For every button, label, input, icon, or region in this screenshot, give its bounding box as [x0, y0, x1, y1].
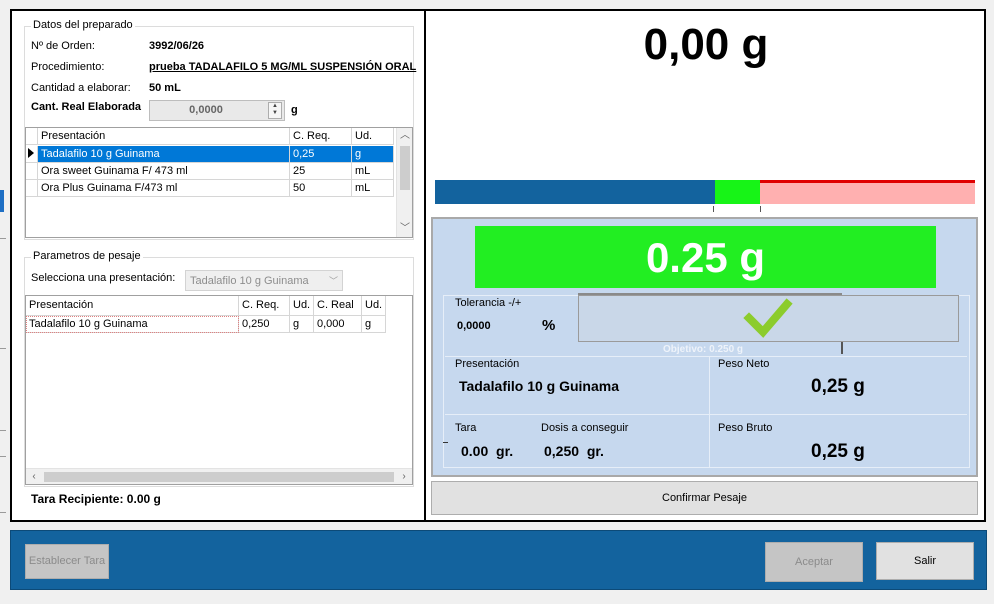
- confirmar-pesaje-button[interactable]: Confirmar Pesaje: [431, 481, 978, 515]
- grid-cell-creq[interactable]: 50: [290, 180, 352, 197]
- parametros-hscrollbar[interactable]: ‹ ›: [26, 468, 412, 484]
- cant-real-input[interactable]: 0,0000 ▲ ▼: [149, 100, 285, 121]
- procedimiento-label: Procedimiento:: [31, 61, 105, 73]
- parametros-grid: Presentación C. Req. Ud. C. Real Ud. Tad…: [25, 295, 413, 485]
- grid-row-header[interactable]: [26, 180, 38, 197]
- grid-header-creal[interactable]: C. Real: [314, 296, 362, 316]
- scroll-down-icon[interactable]: ﹀: [397, 221, 413, 237]
- grid-cell-ud[interactable]: mL: [352, 180, 394, 197]
- grid-cell-ud2[interactable]: g: [362, 316, 386, 333]
- grid-header-creq[interactable]: C. Req.: [239, 296, 290, 316]
- grid-cell-creq[interactable]: 0,25: [290, 146, 352, 163]
- presentaciones-grid: Presentación C. Req. Ud. Tadalafilo 10 g…: [25, 127, 413, 238]
- presentacion-select-value: Tadalafilo 10 g Guinama: [190, 275, 309, 287]
- window-edge-tick: [0, 348, 6, 349]
- dosis-value: 0,250 gr.: [544, 443, 604, 459]
- establecer-tara-button[interactable]: Establecer Tara: [25, 544, 109, 579]
- cantidad-value: 50 mL: [149, 82, 181, 94]
- check-icon: [743, 298, 793, 338]
- window-edge-tick: [0, 430, 6, 431]
- objetivo-marker: [841, 342, 843, 354]
- grid-cell-ud[interactable]: g: [352, 146, 394, 163]
- tara-label: Tara: [455, 422, 477, 434]
- weight-bar-tolerance: [715, 180, 760, 204]
- window-edge-tick: [0, 456, 6, 457]
- cant-real-spinner[interactable]: ▲ ▼: [268, 102, 282, 119]
- table-row[interactable]: Tadalafilo 10 g Guinama: [26, 316, 239, 333]
- chevron-down-icon: ﹀: [328, 276, 338, 286]
- presentaciones-vscrollbar[interactable]: ︿ ﹀: [396, 128, 412, 237]
- peso-bruto-label: Peso Bruto: [718, 422, 773, 434]
- select-presentacion-label: Selecciona una presentación:: [31, 272, 176, 284]
- grid-cell-ud[interactable]: mL: [352, 163, 394, 180]
- table-row[interactable]: Ora Plus Guinama F/473 ml: [38, 180, 290, 197]
- target-display: 0.25 g: [475, 226, 936, 288]
- salir-button[interactable]: Salir: [876, 542, 974, 580]
- tara-recipiente: Tara Recipiente: 0.00 g: [31, 492, 161, 506]
- scroll-thumb[interactable]: [400, 146, 410, 190]
- dosis-label: Dosis a conseguir: [541, 422, 629, 434]
- grid-row-header-corner: [26, 128, 38, 145]
- tara-marker: [443, 442, 448, 443]
- scroll-right-icon[interactable]: ›: [396, 469, 412, 485]
- peso-bruto-value: 0,25 g: [811, 441, 865, 462]
- parametros-title: Parametros de pesaje: [31, 250, 143, 262]
- window-edge: [0, 0, 9, 604]
- grid-header-presentacion[interactable]: Presentación: [38, 128, 290, 145]
- peso-neto-label: Peso Neto: [718, 358, 770, 370]
- window-edge-tick: [0, 238, 6, 239]
- scroll-left-icon[interactable]: ‹: [26, 469, 42, 485]
- panel-divider: [424, 9, 426, 522]
- aceptar-button[interactable]: Aceptar: [765, 542, 863, 582]
- grid-header-creq[interactable]: C. Req.: [290, 128, 352, 145]
- datos-preparado-title: Datos del preparado: [31, 19, 135, 31]
- bottom-toolbar: Establecer Tara Aceptar Salir: [10, 530, 987, 590]
- procedimiento-link[interactable]: prueba TADALAFILO 5 MG/ML SUSPENSIÓN ORA…: [149, 61, 416, 73]
- window-edge-indicator: [0, 190, 4, 212]
- grid-header-ud[interactable]: Ud.: [352, 128, 394, 145]
- grid-header-presentacion[interactable]: Presentación: [26, 296, 239, 316]
- grid-row-header[interactable]: [26, 163, 38, 180]
- tolerancia-value: 0,0000: [457, 320, 491, 332]
- scale-grid-line: [445, 414, 967, 415]
- grid-cell-creq[interactable]: 0,250: [239, 316, 290, 333]
- bar-tick-high: [760, 206, 761, 212]
- scale-grid-line: [709, 356, 710, 468]
- table-row[interactable]: Ora sweet Guinama F/ 473 ml: [38, 163, 290, 180]
- tolerancia-label: Tolerancia -/+: [455, 297, 522, 309]
- grid-header-ud2[interactable]: Ud.: [362, 296, 386, 316]
- cant-real-value: 0,0000: [189, 104, 223, 116]
- weight-bar-over: [760, 180, 975, 204]
- grid-cell-creq[interactable]: 25: [290, 163, 352, 180]
- grid-cell-ud[interactable]: g: [290, 316, 314, 333]
- bar-tick-low: [713, 206, 714, 212]
- window-edge-tick: [0, 512, 6, 513]
- cantidad-label: Cantidad a elaborar:: [31, 82, 131, 94]
- weight-bar-under: [435, 180, 715, 204]
- table-row[interactable]: Tadalafilo 10 g Guinama: [38, 146, 290, 163]
- presentacion-label: Presentación: [455, 358, 520, 370]
- grid-cell-creal[interactable]: 0,000: [314, 316, 362, 333]
- scale-grid-line: [445, 356, 967, 357]
- orden-value: 3992/06/26: [149, 40, 205, 52]
- row-pointer-icon: [26, 146, 38, 163]
- cant-real-label: Cant. Real Elaborada: [31, 101, 142, 113]
- presentacion-select[interactable]: Tadalafilo 10 g Guinama ﹀: [185, 270, 343, 291]
- cant-real-unit: g: [291, 104, 298, 116]
- scroll-thumb[interactable]: [44, 472, 394, 482]
- weight-display: 0,00 g: [643, 20, 769, 69]
- tara-value: 0.00 gr.: [461, 443, 514, 459]
- grid-header-ud[interactable]: Ud.: [290, 296, 314, 316]
- presentacion-value: Tadalafilo 10 g Guinama: [459, 378, 620, 394]
- orden-label: Nº de Orden:: [31, 40, 95, 52]
- scroll-up-icon[interactable]: ︿: [397, 128, 413, 144]
- peso-neto-value: 0,25 g: [811, 376, 865, 397]
- objetivo-label: Objetivo: 0.250 g: [663, 344, 744, 355]
- tolerancia-unit: %: [542, 317, 556, 334]
